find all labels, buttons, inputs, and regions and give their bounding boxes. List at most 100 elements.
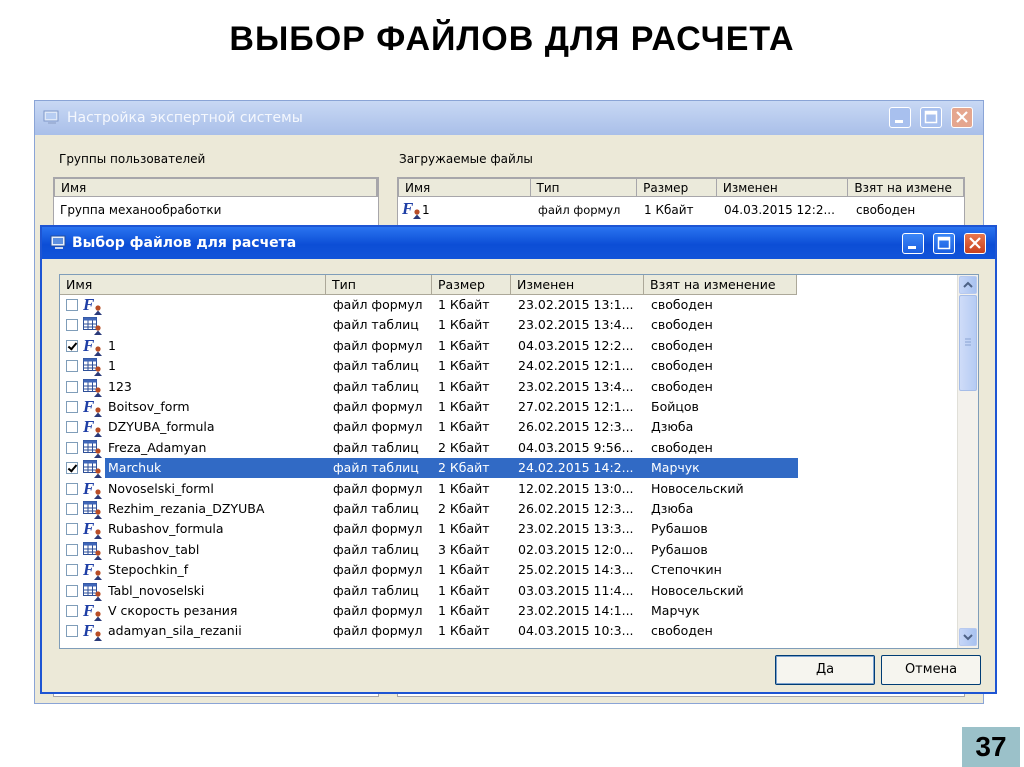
- user-groups-label: Группы пользователей: [59, 152, 206, 166]
- file-type: файл таблиц: [333, 541, 419, 557]
- file-size: 1 Кбайт: [438, 297, 490, 312]
- table-row[interactable]: F Rubashov_formula файл формул 1 Кбайт 23.02…: [60, 519, 958, 540]
- dialog-close-button[interactable]: [964, 233, 986, 254]
- dialog-title: Выбор файлов для расчета: [72, 235, 297, 251]
- file-size: 1 Кбайт: [438, 623, 490, 639]
- row-checkbox[interactable]: [66, 319, 78, 332]
- loaded-files-header: Имя Тип Размер Изменен Взят на измене: [398, 178, 964, 197]
- row-checkbox[interactable]: [66, 360, 78, 373]
- column-header-name[interactable]: Имя: [399, 179, 531, 196]
- file-size: 1 Кбайт: [438, 603, 490, 618]
- row-checkbox[interactable]: [66, 543, 78, 556]
- column-header-name[interactable]: Имя: [55, 179, 377, 196]
- column-header-type[interactable]: Тип: [531, 179, 638, 196]
- row-checkbox[interactable]: [66, 564, 78, 577]
- row-checkbox[interactable]: [66, 380, 78, 393]
- formula-file-icon: F: [82, 480, 102, 499]
- file-owner: Марчук: [651, 460, 700, 476]
- table-row-selected[interactable]: Marchuk файл таблиц 2 Кбайт 24.02.2015 14:2…: [60, 458, 958, 479]
- row-checkbox[interactable]: [66, 584, 78, 597]
- table-row[interactable]: Freza_Adamyan файл таблиц 2 Кбайт 04.03.201…: [60, 438, 958, 458]
- cancel-button[interactable]: Отмена: [881, 655, 981, 685]
- file-name: Rubashov_tabl: [108, 541, 200, 557]
- file-modified: 26.02.2015 12:3...: [518, 501, 634, 516]
- file-type: файл формул: [333, 480, 423, 496]
- file-modified: 24.02.2015 12:1...: [518, 358, 634, 374]
- column-header-size[interactable]: Размер: [432, 275, 511, 295]
- table-row[interactable]: файл таблиц 1 Кбайт 23.02.2015 13:4... своб…: [60, 315, 958, 336]
- scroll-down-button[interactable]: [959, 628, 977, 646]
- file-name: 123: [108, 378, 132, 394]
- scroll-up-button[interactable]: [959, 276, 977, 294]
- dialog-titlebar[interactable]: Выбор файлов для расчета: [42, 227, 995, 259]
- formula-file-icon: F: [82, 398, 102, 417]
- column-header-modified[interactable]: Изменен: [717, 179, 849, 196]
- back-close-button[interactable]: [951, 107, 973, 128]
- scroll-thumb[interactable]: [959, 295, 977, 391]
- table-file-icon: [83, 460, 102, 479]
- list-item[interactable]: Группа механообработки: [60, 200, 221, 220]
- file-name: 1: [108, 358, 116, 374]
- column-header-owner[interactable]: Взят на изменение: [644, 275, 797, 295]
- list-item[interactable]: F 1 файл формул 1 Кбайт 04.03.2015 12:2.…: [398, 200, 964, 220]
- column-header-size[interactable]: Размер: [637, 179, 717, 196]
- column-header-type[interactable]: Тип: [326, 275, 432, 295]
- file-size: 3 Кбайт: [438, 541, 490, 557]
- table-row[interactable]: F Stepochkin_f файл формул 1 Кбайт 25.02.201…: [60, 560, 958, 581]
- back-minimize-button[interactable]: [889, 107, 911, 128]
- minimize-icon: [908, 246, 916, 249]
- row-checkbox[interactable]: [66, 625, 78, 638]
- table-row[interactable]: Rubashov_tabl файл таблиц 3 Кбайт 02.03.201…: [60, 540, 958, 560]
- dialog-minimize-button[interactable]: [902, 233, 924, 254]
- vertical-scrollbar[interactable]: [957, 275, 978, 648]
- row-checkbox[interactable]: [66, 503, 78, 515]
- file-type: файл формул: [333, 623, 423, 639]
- svg-text:F: F: [82, 622, 95, 640]
- file-modified: 04.03.2015 12:2...: [724, 203, 835, 217]
- maximize-icon: [937, 236, 951, 250]
- table-row[interactable]: 1 файл таблиц 1 Кбайт 24.02.2015 12:1... сво…: [60, 356, 958, 377]
- column-header-modified[interactable]: Изменен: [511, 275, 644, 295]
- file-owner: свободен: [651, 378, 713, 394]
- file-owner: свободен: [856, 203, 916, 217]
- table-row[interactable]: F 1 файл формул 1 Кбайт 04.03.2015 12:2... св…: [60, 336, 958, 356]
- row-checkbox[interactable]: [66, 401, 78, 413]
- row-checkbox[interactable]: [66, 462, 78, 475]
- file-name: adamyan_sila_rezanii: [108, 623, 242, 639]
- user-groups-header: Имя: [54, 178, 378, 197]
- row-checkbox[interactable]: [66, 339, 78, 352]
- table-row[interactable]: F DZYUBA_formula файл формул 1 Кбайт 26.02.2…: [60, 417, 958, 438]
- table-row[interactable]: F Novoselski_forml файл формул 1 Кбайт 12.02…: [60, 479, 958, 499]
- ok-button[interactable]: Да: [775, 655, 875, 685]
- file-type: файл формул: [333, 297, 423, 312]
- back-window-titlebar[interactable]: Настройка экспертной системы: [35, 101, 983, 135]
- file-owner: свободен: [651, 439, 713, 455]
- file-name: Stepochkin_f: [108, 562, 189, 578]
- column-header-name[interactable]: Имя: [60, 275, 326, 295]
- file-modified: 04.03.2015 10:3...: [518, 623, 634, 639]
- computer-icon: [43, 110, 59, 124]
- table-row[interactable]: Fфайл формул 1 Кбайт 23.02.2015 13:1... сво…: [60, 295, 958, 315]
- row-checkbox[interactable]: [66, 605, 78, 617]
- svg-text:F: F: [82, 561, 95, 579]
- back-maximize-button[interactable]: [920, 107, 942, 128]
- row-checkbox[interactable]: [66, 421, 78, 434]
- table-row[interactable]: F V скорость резания файл формул 1 Кбайт 23.…: [60, 601, 958, 621]
- file-list[interactable]: Имя Тип Размер Изменен Взят на изменение…: [59, 274, 979, 649]
- table-row[interactable]: Tabl_novoselski файл таблиц 1 Кбайт 03.03.2…: [60, 581, 958, 601]
- loaded-files-label: Загружаемые файлы: [399, 152, 533, 166]
- table-row[interactable]: F Boitsov_form файл формул 1 Кбайт 27.02.201…: [60, 397, 958, 417]
- table-row[interactable]: Rezhim_rezania_DZYUBA файл таблиц 2 Кбайт 2…: [60, 499, 958, 519]
- chevron-down-icon: [963, 634, 973, 641]
- table-row[interactable]: Fadamyan_sila_rezanii файл формул 1 Кбайт 0…: [60, 621, 958, 642]
- file-modified: 27.02.2015 12:1...: [518, 399, 634, 414]
- table-row[interactable]: 123 файл таблиц 1 Кбайт 23.02.2015 13:4... с…: [60, 377, 958, 397]
- row-checkbox[interactable]: [66, 482, 78, 495]
- formula-file-icon: F: [82, 561, 102, 581]
- row-checkbox[interactable]: [66, 299, 78, 311]
- row-checkbox[interactable]: [66, 523, 78, 536]
- column-header-owner[interactable]: Взят на измене: [848, 179, 963, 196]
- dialog-maximize-button[interactable]: [933, 233, 955, 254]
- file-owner: Новосельский: [651, 582, 744, 598]
- row-checkbox[interactable]: [66, 441, 78, 454]
